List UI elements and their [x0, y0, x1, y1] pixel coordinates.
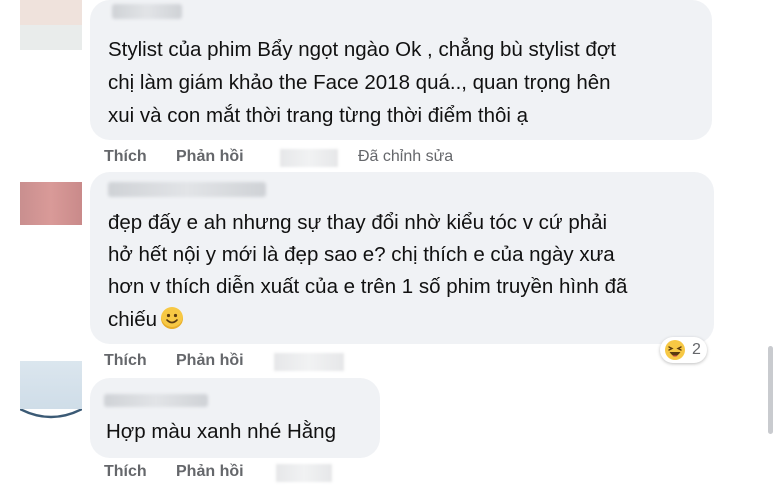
- comment-text-line: hơn v thích diễn xuất của e trên 1 số ph…: [108, 275, 628, 298]
- comment-text-line: Stylist của phim Bẩy ngọt ngào Ok , chẳn…: [108, 38, 616, 61]
- like-link[interactable]: Thích: [104, 148, 147, 166]
- comment-bubble: Hợp màu xanh nhé Hằng: [90, 378, 380, 458]
- comment-text-line: chiếu: [108, 305, 184, 335]
- timestamp-redacted[interactable]: [276, 464, 332, 482]
- commenter-name-redacted[interactable]: [112, 4, 182, 19]
- like-link[interactable]: Thích: [104, 463, 147, 481]
- comment-bubble: Stylist của phim Bẩy ngọt ngào Ok , chẳn…: [90, 0, 712, 140]
- scrollbar[interactable]: [768, 346, 773, 434]
- laughing-face-icon: [664, 339, 686, 361]
- reaction-count: 2: [692, 341, 701, 358]
- comment-text-line: xui và con mắt thời trang từng thời điểm…: [108, 104, 529, 127]
- timestamp-redacted[interactable]: [280, 149, 338, 167]
- comment-bubble: đẹp đấy e ah nhưng sự thay đổi nhờ kiểu …: [90, 172, 714, 344]
- reaction-summary[interactable]: 2: [660, 337, 707, 363]
- avatar[interactable]: [20, 0, 82, 50]
- like-link[interactable]: Thích: [104, 352, 147, 370]
- comment-text-line: Hợp màu xanh nhé Hằng: [106, 420, 336, 443]
- comment-text-line: chị làm giám khảo the Face 2018 quá.., q…: [108, 71, 611, 94]
- commenter-name-redacted[interactable]: [104, 394, 208, 407]
- avatar[interactable]: [20, 361, 82, 431]
- reply-link[interactable]: Phản hồi: [176, 352, 244, 370]
- timestamp-redacted[interactable]: [274, 353, 344, 371]
- comment-text-line: hở hết nội y mới là đẹp sao e? chị thích…: [108, 243, 615, 266]
- reply-link[interactable]: Phản hồi: [176, 148, 244, 166]
- edited-label: Đã chỉnh sửa: [358, 148, 454, 165]
- comment-text-line: đẹp đấy e ah nhưng sự thay đổi nhờ kiểu …: [108, 211, 608, 234]
- avatar[interactable]: [20, 182, 82, 225]
- reply-link[interactable]: Phản hồi: [176, 463, 244, 481]
- comment-text-last-word: chiếu: [108, 308, 158, 331]
- commenter-name-redacted[interactable]: [108, 182, 266, 197]
- slightly-smiling-face-icon: [161, 307, 184, 329]
